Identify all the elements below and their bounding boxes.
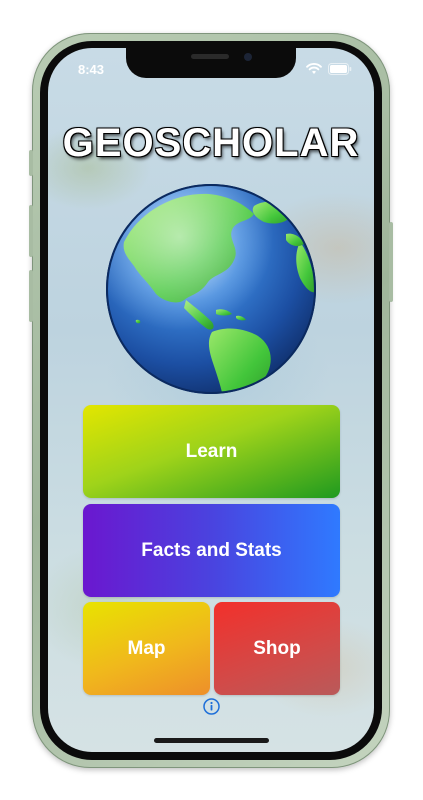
app-screen: 8:43 GEOSCHOLAR Learn Facts and Stats Ma… [48, 48, 374, 752]
speaker-grille [191, 54, 229, 59]
phone-power-button [389, 222, 393, 302]
learn-button[interactable]: Learn [83, 405, 340, 498]
phone-side-button [29, 150, 33, 176]
phone-volume-up [29, 205, 33, 257]
front-camera [244, 53, 252, 61]
status-icons [306, 62, 352, 80]
map-button[interactable]: Map [83, 602, 210, 695]
battery-icon [328, 62, 352, 80]
home-indicator[interactable] [154, 738, 269, 743]
phone-volume-down [29, 270, 33, 322]
shop-button[interactable]: Shop [214, 602, 340, 695]
facts-and-stats-button[interactable]: Facts and Stats [83, 504, 340, 597]
wifi-icon [306, 62, 322, 80]
globe-icon [104, 182, 318, 401]
status-time: 8:43 [78, 62, 105, 77]
app-title: GEOSCHOLAR [62, 121, 360, 165]
info-icon[interactable] [203, 698, 220, 720]
notch [126, 48, 296, 78]
